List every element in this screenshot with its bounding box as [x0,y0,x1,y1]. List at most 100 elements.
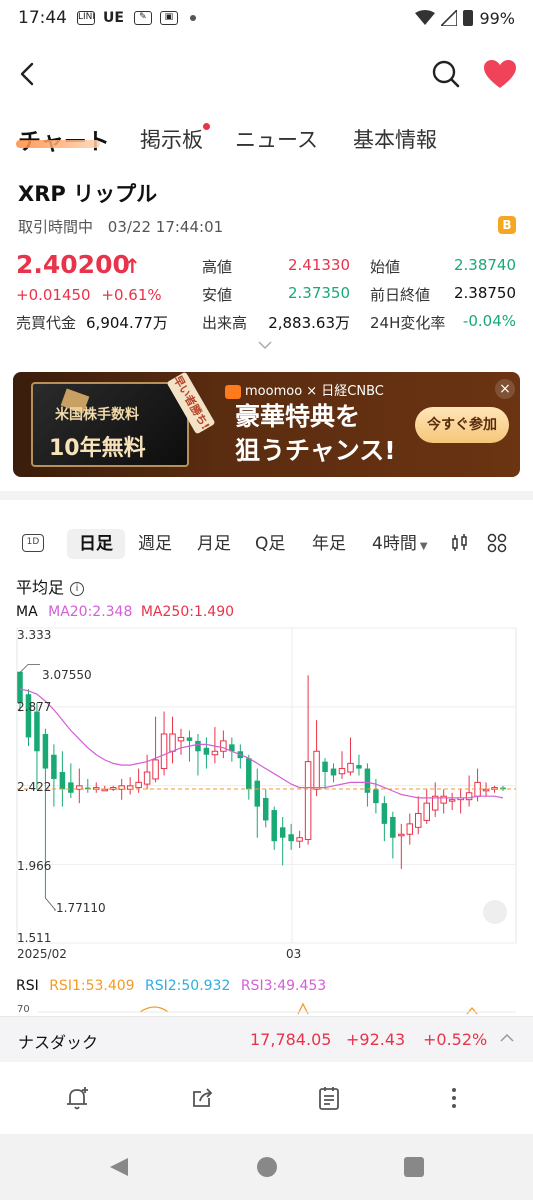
banner-close-icon[interactable]: × [495,379,515,399]
heikin-ashi-label: 平均足 [16,578,65,597]
trading-status: 取引時間中 03/22 17:44:01 [18,216,223,237]
tab-basic-info[interactable]: 基本情報 [353,124,437,154]
battery-icon [463,10,474,26]
candle-body-up [338,768,346,775]
nav-home-icon[interactable] [256,1156,278,1178]
crypto-badge-icon: B [498,216,516,234]
period-quarterly[interactable]: Q足 [255,529,285,559]
banner-card: 米国株手数料 10年無料 [31,382,189,467]
candle-body-down [68,782,74,793]
quote-timestamp: 03/22 17:44:01 [107,218,224,236]
photo-icon: ▣ [159,11,178,25]
search-icon[interactable] [430,58,462,90]
candle-body-up [211,750,219,756]
candle-body-down [279,827,286,838]
notes-clipboard-icon[interactable] [315,1084,343,1112]
info-icon[interactable]: i [70,582,85,596]
candle-body-down [59,772,66,790]
favorite-heart-icon[interactable] [482,58,518,90]
last-price: 2.40200 [16,250,130,279]
candle-body-up [448,799,456,802]
nav-recents-icon[interactable] [403,1156,425,1178]
more-vertical-icon[interactable] [440,1084,468,1112]
intraday-1d-button[interactable]: 1D [22,534,44,552]
chevron-up-icon[interactable] [500,1033,514,1043]
stat-change24h-label: 24H変化率 [370,314,446,332]
stat-low-label: 安値 [202,286,233,304]
candle-body-up [304,761,312,840]
chart-type-icon[interactable] [450,533,470,553]
stat-open-label: 始値 [370,258,401,276]
rsi-label: RSI [16,978,39,994]
period-4hour-label: 4時間 [372,534,417,554]
stat-open: 始値 2.38740 [370,256,516,277]
stat-change24h: 24H変化率 -0.04% [370,312,516,333]
period-yearly[interactable]: 年足 [312,529,346,559]
banner-join-button[interactable]: 今すぐ参加 [415,407,509,443]
candle-body-up [347,762,354,773]
board-unread-dot [203,123,210,130]
candle-body-down [373,789,379,804]
stat-volume-label: 出来高 [202,314,248,332]
period-daily[interactable]: 日足 [67,529,125,559]
notification-icon: ✎ [133,11,152,25]
candle-body-up [313,750,320,790]
status-time: 17:44 [18,8,67,28]
ma-legend-label: MA [16,604,38,620]
candle-body-down [356,765,362,769]
price-chart[interactable]: 3.333 2.877 2.422 1.966 1.511 2025/02 03… [0,620,533,965]
banner-card-line2: 10年無料 [49,436,146,461]
wifi-icon [415,10,436,25]
up-arrow-icon: ↑ [124,254,141,278]
period-monthly[interactable]: 月足 [197,529,231,559]
candle-body-up [296,837,303,842]
more-notifications-dot [189,15,196,21]
candle-body-down [17,671,23,703]
system-nav-bar [0,1134,533,1200]
chart-style-label: 平均足 i [16,574,85,598]
tab-news[interactable]: ニュース [235,124,318,154]
candle-body-up [406,823,414,835]
grid-layout-icon[interactable] [487,533,507,553]
banner-headline-line1: 豪華特典を [235,402,361,431]
candle-body-up [482,788,490,792]
add-alert-bell-icon[interactable] [64,1084,92,1112]
candle-body-up [398,833,405,837]
candle-body-down [246,758,252,790]
chart-reset-zoom-icon [483,900,507,924]
stat-low-value: 2.37350 [287,284,350,302]
index-ticker[interactable]: ナスダック 17,784.05 +92.43 +0.52% [0,1016,533,1062]
nav-back-icon[interactable] [108,1156,130,1178]
ma20-value: MA20:2.348 [48,604,133,620]
tab-board[interactable]: 掲示板 [140,124,203,154]
candle-body-down [390,816,396,838]
promo-banner[interactable]: 米国株手数料 10年無料 早い者勝ち! moomoo × 日経CNBC 豪華特典… [13,372,520,477]
rsi1-value: RSI1:53.409 [49,978,135,994]
back-arrow-icon[interactable] [14,58,42,90]
banner-card-line1: 米国株手数料 [55,407,139,423]
ma250-value: MA250:1.490 [140,604,235,620]
stat-high-value: 2.41330 [287,256,350,274]
banner-brand-text: moomoo × 日経CNBC [245,384,384,399]
signal-icon [441,10,458,26]
stat-low: 安値 2.37350 [202,284,350,305]
period-selector: 1D 日足 週足 月足 Q足 年足 4時間 ▼ [0,525,533,561]
min-price-annotation: 1.77110 [56,901,106,915]
tab-chart[interactable]: チャート [18,122,110,156]
banner-headline-line2: 狙うチャンス! [235,436,396,465]
period-4hour[interactable]: 4時間 ▼ [372,529,428,559]
candle-body-up [160,733,168,770]
period-weekly[interactable]: 週足 [138,529,172,559]
candle-body-up [152,759,159,780]
price-change: +0.01450 +0.61% [16,286,162,304]
trading-status-label: 取引時間中 [18,218,94,236]
candle-body-up [101,788,108,792]
banner-brand: moomoo × 日経CNBC [225,380,384,399]
ue-app-icon: UE [103,10,124,26]
rsi3-value: RSI3:49.453 [240,978,327,994]
max-annotation-leader [19,664,40,673]
candle-body-down [254,780,261,807]
rsi2-value: RSI2:50.932 [145,978,231,994]
expand-stats-chevron-icon[interactable] [258,340,272,350]
share-icon[interactable] [189,1084,217,1112]
